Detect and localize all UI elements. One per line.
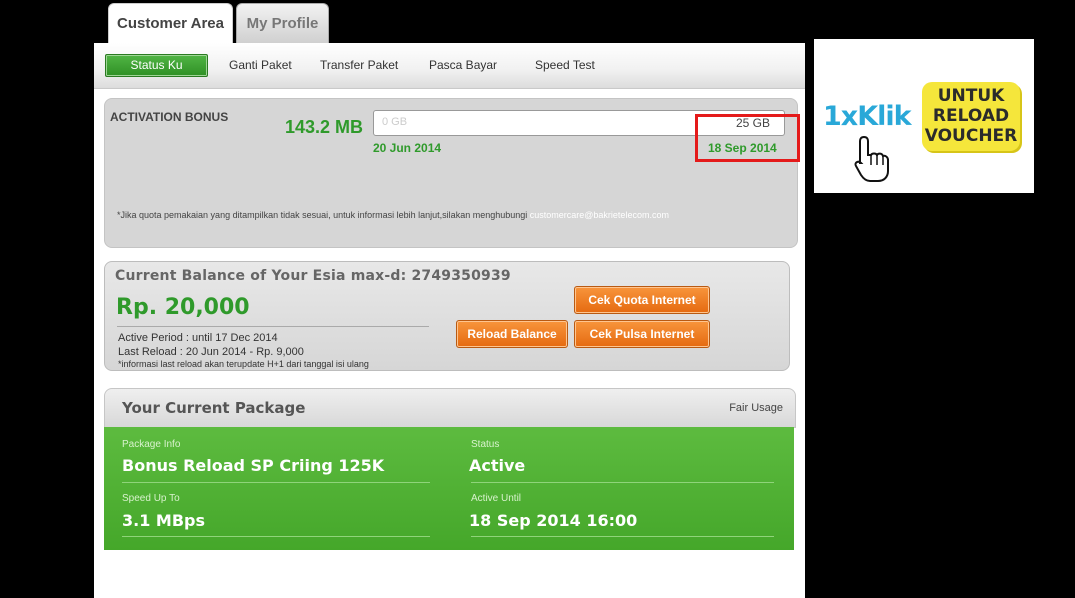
- reload-voucher-ad-banner[interactable]: 1xKlik UNTUK RELOAD VOUCHER: [814, 39, 1034, 193]
- balance-divider: [117, 326, 429, 327]
- tab-customer-area[interactable]: Customer Area: [108, 3, 233, 44]
- subnav-pasca-bayar[interactable]: Pasca Bayar: [429, 58, 497, 72]
- subnav-speed-test[interactable]: Speed Test: [535, 58, 595, 72]
- status-label: Status: [471, 439, 500, 450]
- package-divider-1: [122, 482, 430, 483]
- cek-pulsa-internet-button[interactable]: Cek Pulsa Internet: [574, 320, 710, 348]
- package-divider-4: [471, 536, 774, 537]
- activation-start-date: 20 Jun 2014: [373, 141, 442, 155]
- active-until-label: Active Until: [471, 493, 522, 504]
- quota-min-label: 0 GB: [382, 116, 408, 128]
- cek-quota-internet-button[interactable]: Cek Quota Internet: [574, 286, 710, 314]
- ad-line-1: UNTUK: [937, 86, 1005, 106]
- last-reload: Last Reload : 20 Jun 2014 - Rp. 9,000: [118, 346, 304, 358]
- activation-title: ACTIVATION BONUS: [110, 110, 229, 124]
- fair-usage-link[interactable]: Fair Usage: [729, 402, 783, 414]
- activation-note-text: *Jika quota pemakaian yang ditampilkan t…: [117, 210, 528, 220]
- package-details: Package Info Bonus Reload SP Criing 125K…: [104, 427, 794, 550]
- customer-care-email-link[interactable]: customercare@bakrietelecom.com: [530, 210, 669, 220]
- ad-voucher-badge: UNTUK RELOAD VOUCHER: [922, 82, 1020, 151]
- active-until-value: 18 Sep 2014 16:00: [469, 511, 638, 530]
- ad-line-2: RELOAD: [932, 106, 1010, 126]
- highlight-box: [695, 114, 800, 162]
- status-value: Active: [469, 456, 526, 475]
- subnav-transfer-paket[interactable]: Transfer Paket: [320, 58, 398, 72]
- package-title: Your Current Package: [122, 399, 306, 417]
- package-info-label: Package Info: [122, 439, 181, 450]
- activation-amount: 143.2 MB: [285, 117, 364, 137]
- subnav-status-ku-button[interactable]: Status Ku: [105, 54, 208, 77]
- package-header: Your Current Package Fair Usage: [104, 388, 796, 428]
- tab-my-profile[interactable]: My Profile: [236, 3, 329, 44]
- hand-cursor-icon: [854, 135, 889, 182]
- activation-note: *Jika quota pemakaian yang ditampilkan t…: [117, 210, 669, 220]
- package-divider-3: [122, 536, 430, 537]
- ad-brand-text: 1xKlik: [823, 101, 912, 132]
- balance-section: Current Balance of Your Esia max-d: 2749…: [104, 261, 790, 371]
- balance-amount: Rp. 20,000: [116, 295, 250, 320]
- subnav-ganti-paket[interactable]: Ganti Paket: [229, 58, 292, 72]
- sub-navigation: Status Ku Ganti Paket Transfer Paket Pas…: [94, 43, 805, 89]
- reload-balance-button[interactable]: Reload Balance: [456, 320, 568, 348]
- ad-line-3: VOUCHER: [924, 126, 1018, 146]
- package-divider-2: [471, 482, 774, 483]
- speed-label: Speed Up To: [122, 493, 180, 504]
- package-info-value: Bonus Reload SP Criing 125K: [122, 456, 385, 475]
- speed-value: 3.1 MBps: [122, 511, 206, 530]
- main-panel: Status Ku Ganti Paket Transfer Paket Pas…: [94, 43, 805, 598]
- balance-note: *informasi last reload akan terupdate H+…: [118, 359, 369, 369]
- balance-title: Current Balance of Your Esia max-d: 2749…: [115, 268, 511, 284]
- activation-bonus-section: ACTIVATION BONUS 143.2 MB 0 GB 25 GB 20 …: [104, 98, 800, 248]
- active-period: Active Period : until 17 Dec 2014: [118, 332, 278, 344]
